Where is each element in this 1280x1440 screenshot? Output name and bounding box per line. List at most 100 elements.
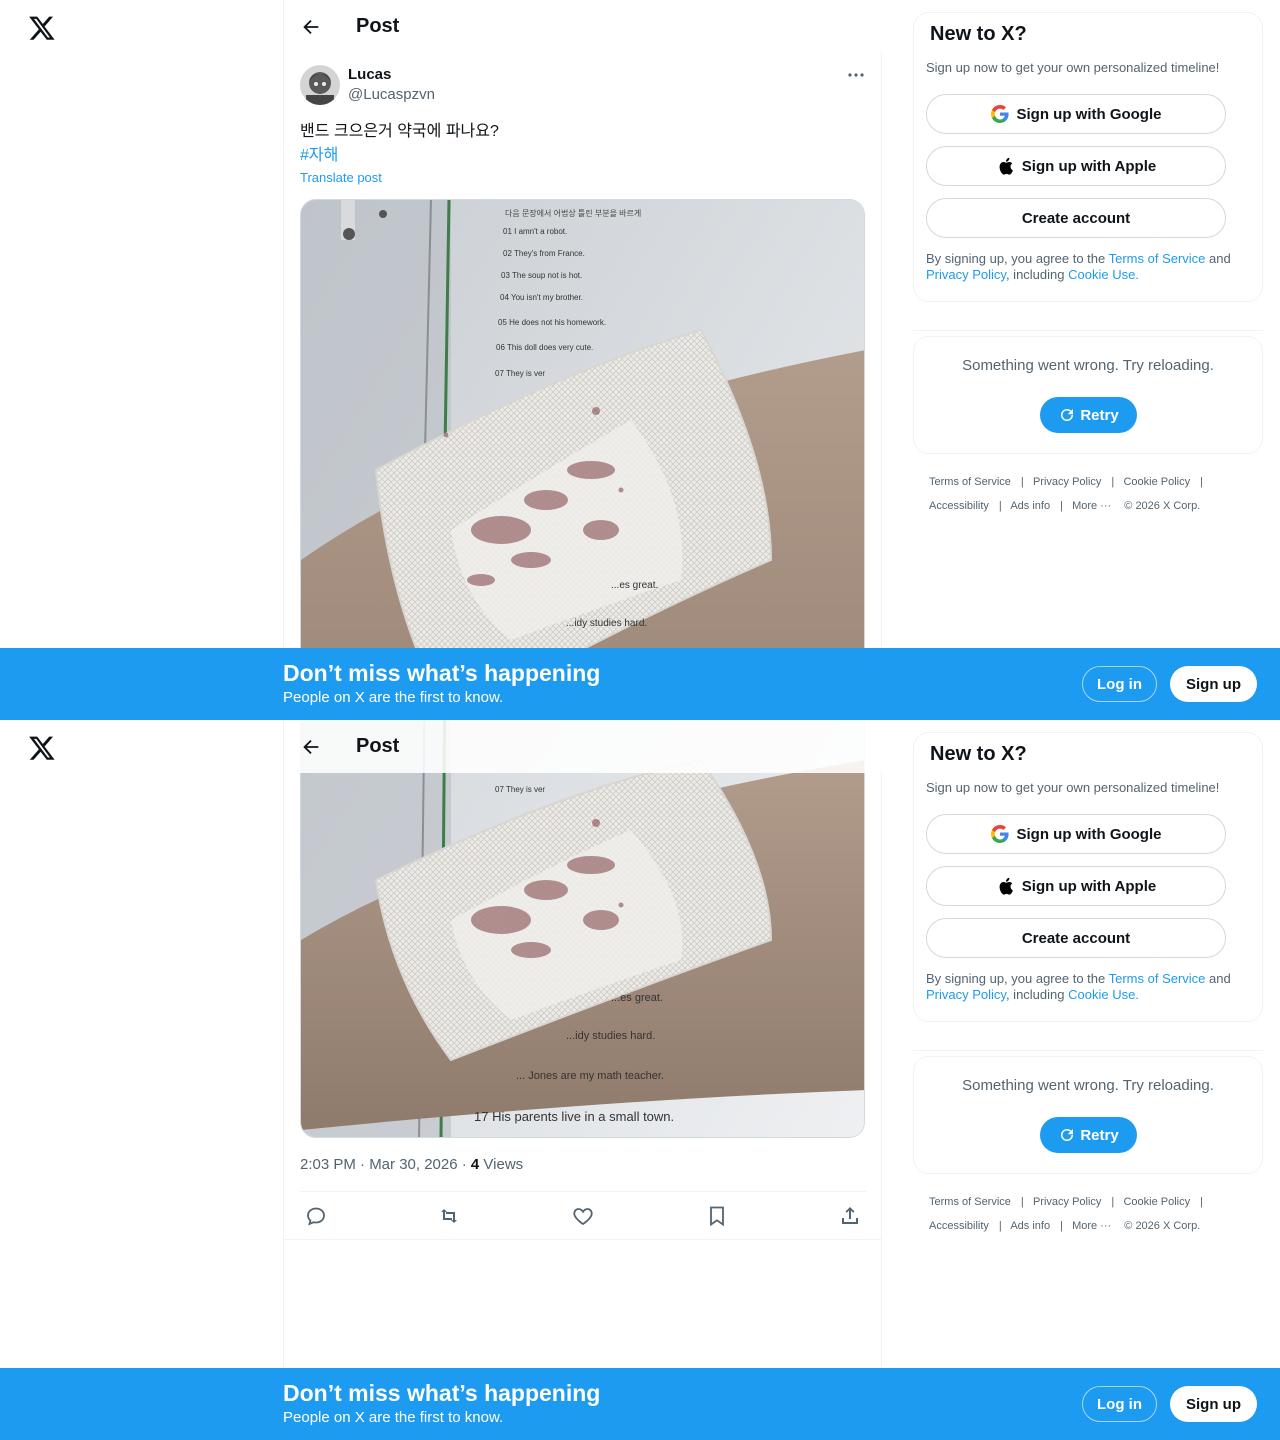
terms-link[interactable]: Terms of Service [1109, 251, 1206, 266]
bookmark-icon[interactable] [705, 1204, 729, 1228]
error-message: Something went wrong. Try reloading. [962, 357, 1214, 374]
share-icon[interactable] [838, 1204, 862, 1228]
worksheet-line: 04 You isn't my brother. [500, 293, 583, 302]
error-message: Something went wrong. Try reloading. [962, 1077, 1214, 1094]
privacy-link[interactable]: Privacy Policy [926, 987, 1006, 1002]
signup-card: New to X? Sign up now to get your own pe… [913, 732, 1263, 1022]
footer-links: Terms of Service | Privacy Policy | Cookie… [929, 476, 1203, 512]
sign-up-button[interactable]: Sign up [1170, 666, 1257, 702]
translate-post-link[interactable]: Translate post [300, 170, 382, 185]
footer-ads-link[interactable]: Ads info [1010, 1220, 1050, 1232]
worksheet-line: ...es great. [611, 580, 658, 591]
worksheet-line: ...idy studies hard. [566, 618, 647, 629]
worksheet-line: ... Jones are my math teacher. [516, 1070, 664, 1082]
page-title: Post [356, 735, 400, 757]
footer-accessibility-link[interactable]: Accessibility [929, 500, 989, 512]
google-icon [990, 105, 1009, 123]
create-account-button[interactable]: Create account [926, 918, 1226, 958]
author-name[interactable]: Lucas [348, 66, 391, 83]
divider [913, 1050, 1263, 1051]
x-logo-icon[interactable] [28, 734, 56, 762]
footer-terms-link[interactable]: Terms of Service [929, 1196, 1011, 1208]
page-title: Post [356, 15, 400, 37]
repost-icon[interactable] [437, 1204, 461, 1228]
login-banner: Don’t miss what’s happening People on X … [0, 1368, 1280, 1440]
error-card: Something went wrong. Try reloading. Ret… [913, 336, 1263, 454]
worksheet-heading: 다음 문장에서 어법상 틀린 부분을 바르게 [505, 208, 641, 218]
banner-headline: Don’t miss what’s happening [283, 660, 601, 686]
main-column: Post 07 They is ver ...es great. ...idy … [283, 720, 882, 1440]
footer-privacy-link[interactable]: Privacy Policy [1033, 1196, 1101, 1208]
apple-icon [999, 157, 1013, 175]
banner-subline: People on X are the first to know. [283, 689, 504, 706]
more-options-icon[interactable] [846, 68, 866, 82]
post-timestamp: 2:03 PM · Mar 30, 2026 · 4 Views [300, 1156, 524, 1173]
banner-headline: Don’t miss what’s happening [283, 1380, 601, 1406]
retry-button[interactable]: Retry [1040, 1117, 1137, 1153]
avatar[interactable] [300, 65, 340, 105]
post-text: 밴드 크으은거 약국에 파나요? [300, 123, 499, 140]
worksheet-line: 05 He does not his homework. [498, 318, 606, 327]
cookie-link[interactable]: Cookie Use. [1068, 267, 1139, 282]
bandage-photo: 다음 문장에서 어법상 틀린 부분을 바르게 01 I amn't a robo… [301, 200, 864, 720]
worksheet-line: 17 His parents live in a small town. [474, 1109, 674, 1124]
worksheet-line: 06 This doll does very cute. [496, 343, 593, 352]
back-arrow-icon[interactable] [300, 16, 322, 38]
signup-subtitle: Sign up now to get your own personalized… [926, 60, 1220, 75]
sign-up-google-button[interactable]: Sign up with Google [926, 94, 1226, 134]
sign-up-apple-button[interactable]: Sign up with Apple [926, 866, 1226, 906]
post-image[interactable]: 다음 문장에서 어법상 틀린 부분을 바르게 01 I amn't a robo… [300, 199, 865, 720]
reply-icon[interactable] [304, 1204, 328, 1228]
footer-privacy-link[interactable]: Privacy Policy [1033, 476, 1101, 488]
footer-links: Terms of Service | Privacy Policy | Cookie… [929, 1196, 1203, 1232]
x-logo-icon[interactable] [28, 14, 56, 42]
footer-more-link[interactable]: More ··· [1072, 1220, 1111, 1232]
author-handle[interactable]: @Lucaspzvn [348, 86, 435, 103]
footer-copyright: © 2026 X Corp. [1124, 500, 1201, 512]
privacy-link[interactable]: Privacy Policy [926, 267, 1006, 282]
signup-card: New to X? Sign up now to get your own pe… [913, 12, 1263, 302]
hashtag-link[interactable]: #자해 [300, 144, 338, 168]
error-card: Something went wrong. Try reloading. Ret… [913, 1056, 1263, 1174]
bandage-photo: 07 They is ver ...es great. ...idy studi… [301, 720, 864, 1137]
log-in-button[interactable]: Log in [1082, 666, 1157, 702]
google-button-label: Sign up with Google [1016, 105, 1162, 123]
post-actions [300, 1192, 866, 1240]
worksheet-line: ...idy studies hard. [566, 1030, 655, 1042]
worksheet-line: 07 They is ver [495, 785, 545, 794]
log-in-button[interactable]: Log in [1082, 1386, 1157, 1422]
retry-button[interactable]: Retry [1040, 397, 1137, 433]
worksheet-line: 01 I amn't a robot. [503, 227, 567, 236]
google-button-label: Sign up with Google [1016, 825, 1162, 843]
apple-button-label: Sign up with Apple [1021, 877, 1157, 895]
footer-cookie-link[interactable]: Cookie Policy [1123, 476, 1190, 488]
signup-title: New to X? [930, 23, 1027, 45]
post-image[interactable]: 07 They is ver ...es great. ...idy studi… [300, 720, 865, 1138]
footer-cookie-link[interactable]: Cookie Policy [1123, 1196, 1190, 1208]
footer-terms-link[interactable]: Terms of Service [929, 476, 1011, 488]
signup-legal-text: By signing up, you agree to the Terms of… [926, 971, 1231, 1002]
footer-more-link[interactable]: More ··· [1072, 500, 1111, 512]
worksheet-line: 07 They is ver [495, 369, 545, 378]
back-arrow-icon[interactable] [300, 736, 322, 758]
divider [284, 1239, 882, 1240]
create-account-button[interactable]: Create account [926, 198, 1226, 238]
terms-link[interactable]: Terms of Service [1109, 971, 1206, 986]
sign-up-button[interactable]: Sign up [1170, 1386, 1257, 1422]
footer-ads-link[interactable]: Ads info [1010, 500, 1050, 512]
screen-bottom: Post 07 They is ver ...es great. ...idy … [0, 720, 1280, 1440]
worksheet-line: ...es great. [611, 992, 663, 1004]
google-icon [990, 825, 1009, 843]
screen-top: Post Lucas @Lucaspzvn 밴드 크으은거 약국에 파나요? #… [0, 0, 1280, 720]
apple-icon [999, 877, 1013, 895]
login-banner: Don’t miss what’s happening People on X … [0, 648, 1280, 720]
sign-up-apple-button[interactable]: Sign up with Apple [926, 146, 1226, 186]
sign-up-google-button[interactable]: Sign up with Google [926, 814, 1226, 854]
post-header: Post [284, 0, 882, 53]
main-column: Post Lucas @Lucaspzvn 밴드 크으은거 약국에 파나요? #… [283, 0, 882, 720]
signup-title: New to X? [930, 743, 1027, 765]
cookie-link[interactable]: Cookie Use. [1068, 987, 1139, 1002]
footer-copyright: © 2026 X Corp. [1124, 1220, 1201, 1232]
like-icon[interactable] [571, 1204, 595, 1228]
footer-accessibility-link[interactable]: Accessibility [929, 1220, 989, 1232]
